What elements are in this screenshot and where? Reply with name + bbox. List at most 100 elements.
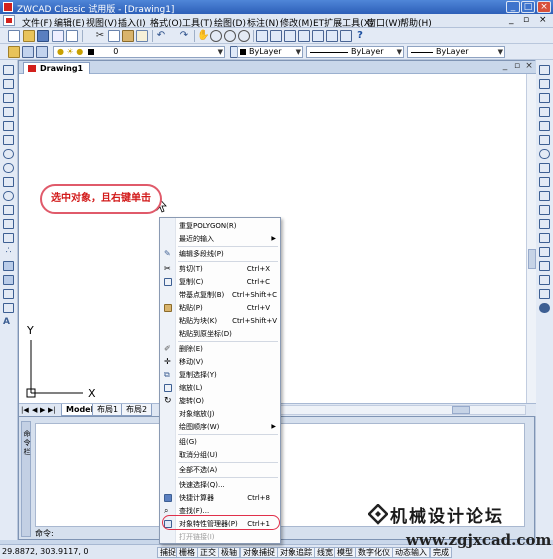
command-prompt[interactable]: 命令: (35, 528, 54, 539)
join-icon[interactable] (539, 261, 550, 271)
zoom-realtime-icon[interactable] (210, 30, 222, 42)
menu-item-cut[interactable]: ✂ 剪切(T) Ctrl+X (160, 263, 280, 275)
scale-icon[interactable] (539, 163, 550, 173)
sheet-set-icon[interactable] (298, 30, 310, 42)
construction-line-icon[interactable] (3, 93, 14, 103)
vertical-scrollbar[interactable] (526, 74, 536, 403)
print-icon[interactable] (52, 30, 64, 42)
drawing-minimize-button[interactable]: _ (500, 62, 510, 72)
drawing-restore-button[interactable]: ▫ (512, 62, 522, 72)
zoom-previous-icon[interactable] (238, 30, 250, 42)
menu-item-copy[interactable]: 复制(C) Ctrl+C (160, 276, 280, 288)
trim-icon[interactable] (539, 205, 550, 215)
gradient-icon[interactable] (3, 275, 14, 285)
undo-icon[interactable]: ↶ (155, 30, 167, 42)
wipeout-icon[interactable] (3, 303, 14, 313)
color-dropdown[interactable]: ByLayer ▼ (237, 46, 303, 58)
paste-icon[interactable] (122, 30, 134, 42)
layer-dropdown[interactable]: ● ☀ ● 0 ▼ (53, 46, 225, 58)
lineweight-toggle[interactable]: 线宽 (314, 547, 336, 558)
polar-toggle[interactable]: 极轴 (218, 547, 240, 558)
document-icon[interactable] (3, 15, 15, 26)
menu-item-draw-order[interactable]: 绘图顺序(W) ▶ (160, 421, 280, 433)
menu-item-edit-polyline[interactable]: ✎ 编辑多段线(P) (160, 248, 280, 260)
ray-icon[interactable] (3, 79, 14, 89)
polyline-icon[interactable] (3, 107, 14, 117)
tab-layout2[interactable]: 布局2 (121, 404, 153, 416)
insert-block-icon[interactable] (3, 219, 14, 229)
ortho-toggle[interactable]: 正交 (197, 547, 219, 558)
print-preview-icon[interactable] (66, 30, 78, 42)
cut-icon[interactable]: ✂ (94, 30, 106, 42)
menu-item-paste-as-block[interactable]: 粘贴为块(K) Ctrl+Shift+V (160, 315, 280, 327)
menu-item-move[interactable]: ✛ 移动(V) (160, 356, 280, 368)
menu-item-quick-select[interactable]: 快速选择(Q)... (160, 479, 280, 491)
rotate-icon[interactable] (539, 149, 550, 159)
menu-item-ungroup[interactable]: 取消分组(U) (160, 449, 280, 461)
doc-minimize-button[interactable]: _ (509, 15, 514, 25)
otrack-toggle[interactable]: 对象追踪 (277, 547, 315, 558)
tool-palettes-icon[interactable] (284, 30, 296, 42)
array-icon[interactable] (539, 121, 550, 131)
point-icon[interactable]: ∴ (3, 247, 14, 257)
tab-nav-prev[interactable]: ◀ (32, 406, 37, 414)
help-icon[interactable]: ? (354, 30, 366, 42)
vertical-scroll-thumb[interactable] (528, 249, 536, 269)
layer-manager-icon[interactable] (340, 30, 352, 42)
tab-layout1[interactable]: 布局1 (92, 404, 124, 416)
open-icon[interactable] (23, 30, 35, 42)
offset-icon[interactable] (539, 107, 550, 117)
layer-properties-icon[interactable] (8, 46, 20, 58)
layer-previous-icon[interactable] (36, 46, 48, 58)
horizontal-scroll-thumb[interactable] (452, 406, 470, 414)
erase-icon[interactable] (539, 65, 550, 75)
close-button[interactable]: × (537, 1, 551, 13)
maximize-button[interactable]: □ (521, 1, 535, 13)
tab-nav-next[interactable]: ▶ (40, 406, 45, 414)
menu-item-paste[interactable]: 粘贴(P) Ctrl+V (160, 302, 280, 314)
explode-icon[interactable] (539, 303, 550, 313)
markup-icon[interactable] (312, 30, 324, 42)
drawing-close-button[interactable]: × (524, 62, 534, 72)
break-icon[interactable] (539, 247, 550, 257)
redo-icon[interactable]: ↷ (178, 30, 190, 42)
menu-item-erase[interactable]: ✐ 删除(E) (160, 343, 280, 355)
polygon-icon[interactable] (3, 205, 14, 215)
tab-nav-first[interactable]: |◀ (21, 406, 29, 414)
circle-icon[interactable] (3, 149, 14, 159)
tab-nav-last[interactable]: ▶| (48, 406, 56, 414)
menu-item-recent-input[interactable]: 最近的输入 ▶ (160, 233, 280, 245)
pan-icon[interactable]: ✋ (197, 30, 209, 42)
spline-icon[interactable] (3, 177, 14, 187)
doc-close-button[interactable]: × (539, 15, 547, 25)
menu-item-copy-with-basepoint[interactable]: 带基点复制(B) Ctrl+Shift+C (160, 289, 280, 301)
linetype-dropdown[interactable]: ByLayer ▼ (306, 46, 404, 58)
properties-icon[interactable] (256, 30, 268, 42)
menu-item-deselect-all[interactable]: 全部不选(A) (160, 464, 280, 476)
copy-object-icon[interactable] (539, 79, 550, 89)
menu-item-copy-selection[interactable]: ⧉ 复制选择(Y) (160, 369, 280, 381)
minimize-button[interactable]: _ (506, 1, 520, 13)
zoom-window-icon[interactable] (224, 30, 236, 42)
lineweight-dropdown[interactable]: ByLayer ▼ (407, 46, 505, 58)
lengthen-icon[interactable] (539, 191, 550, 201)
fillet-icon[interactable] (539, 289, 550, 299)
arc-icon[interactable] (3, 135, 14, 145)
menu-item-rotate[interactable]: ↻ 旋转(O) (160, 395, 280, 407)
ellipse-icon[interactable] (3, 191, 14, 201)
donut-icon[interactable] (3, 163, 14, 173)
mirror-icon[interactable] (539, 93, 550, 103)
calculator-icon[interactable] (326, 30, 338, 42)
menu-item-object-scale[interactable]: 对象缩放(J) (160, 408, 280, 420)
menu-item-group[interactable]: 组(G) (160, 436, 280, 448)
save-icon[interactable] (37, 30, 49, 42)
rectangle-icon[interactable] (3, 121, 14, 131)
new-icon[interactable] (8, 30, 20, 42)
stretch-icon[interactable] (539, 177, 550, 187)
command-window-grip[interactable]: 命令栏 (21, 421, 31, 537)
layer-state-icon[interactable] (22, 46, 34, 58)
menu-item-paste-to-original[interactable]: 粘贴到原坐标(D) (160, 328, 280, 340)
menu-item-quick-calculator[interactable]: 快捷计算器 Ctrl+8 (160, 492, 280, 504)
tab-drawing1[interactable]: Drawing1 (23, 62, 91, 74)
model-toggle[interactable]: 模型 (334, 547, 356, 558)
